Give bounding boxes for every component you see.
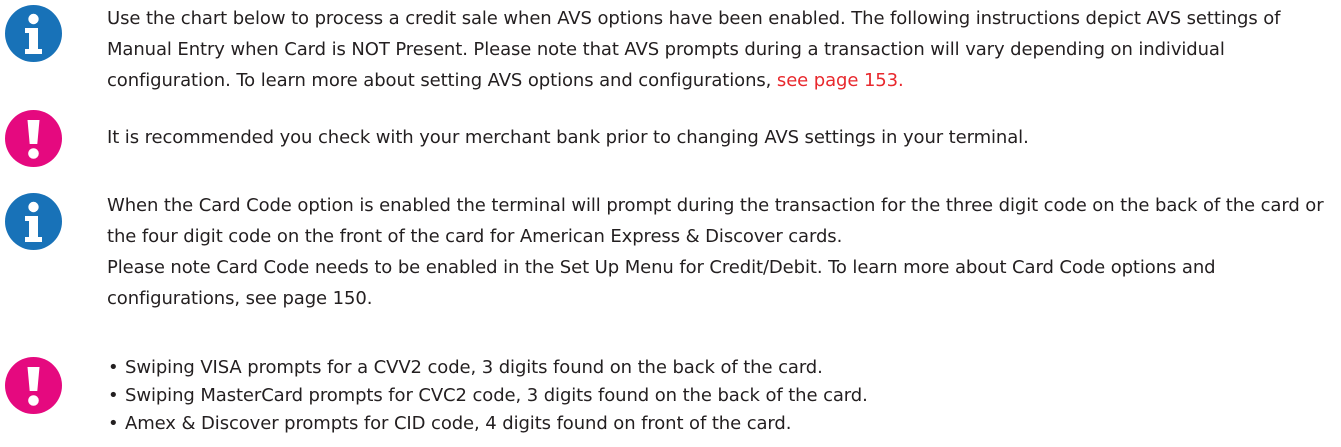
exclamation-icon <box>5 357 62 414</box>
note-body: When the Card Code option is enabled the… <box>107 195 1324 247</box>
note-body-2: Please note Card Code needs to be enable… <box>107 257 1216 309</box>
card-code-list: Swiping VISA prompts for a CVV2 code, 3 … <box>107 354 1333 438</box>
note-text: Swiping VISA prompts for a CVV2 code, 3 … <box>107 354 1333 438</box>
info-icon <box>5 193 62 250</box>
list-item: Amex & Discover prompts for CID code, 4 … <box>107 410 1333 438</box>
see-page-153-link[interactable]: see page 153. <box>777 70 904 91</box>
note-text: When the Card Code option is enabled the… <box>107 190 1333 314</box>
info-icon <box>5 5 62 62</box>
note-text: It is recommended you check with your me… <box>107 122 1333 153</box>
list-item: Swiping MasterCard prompts for CVC2 code… <box>107 382 1333 410</box>
note-text: Use the chart below to process a credit … <box>107 3 1333 96</box>
exclamation-icon <box>5 110 62 167</box>
list-item: Swiping VISA prompts for a CVV2 code, 3 … <box>107 354 1333 382</box>
note-body: Use the chart below to process a credit … <box>107 8 1281 91</box>
note-body: It is recommended you check with your me… <box>107 127 1029 148</box>
